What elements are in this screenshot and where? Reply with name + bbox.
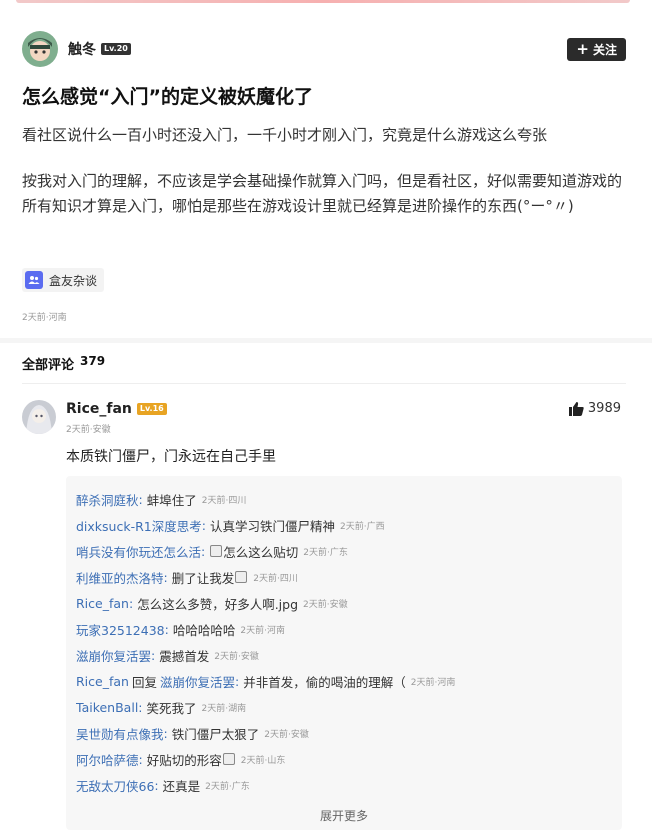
reply-text: 笑死我了	[146, 700, 197, 716]
comment-author-name[interactable]: Rice_fan	[66, 401, 132, 417]
reply-item[interactable]: 玩家32512438: 哈哈哈哈哈 2天前·河南	[76, 616, 612, 642]
reply-colon: :	[154, 777, 159, 793]
reply-target-user[interactable]: 滋崩你复活罢	[160, 672, 235, 691]
reply-colon: :	[151, 647, 156, 663]
reply-colon: :	[163, 569, 168, 585]
reply-user[interactable]: 滋崩你复活罢	[76, 646, 151, 665]
reply-user[interactable]: Rice_fan	[76, 596, 129, 611]
plus-icon: +	[576, 40, 589, 58]
comments-header: 全部评论 379	[22, 354, 105, 373]
follow-label: 关注	[592, 42, 617, 57]
comments-header-divider	[22, 383, 626, 384]
post-author-row: 触冬 Lv.20 + 关注	[22, 30, 626, 68]
reply-text: 哈哈哈哈哈	[172, 622, 236, 638]
reply-text: 认真学习铁门僵尸精神	[209, 518, 335, 534]
reply-user[interactable]: dixksuck-R1深度思考	[76, 516, 202, 535]
reply-colon: :	[128, 595, 134, 611]
reply-text: 怎么这么多赞，好多人啊.jpg	[137, 596, 299, 612]
reply-user[interactable]: TaikenBall	[76, 700, 138, 715]
sticker-emoji-icon	[222, 753, 235, 765]
reply-to-label: 回复	[131, 674, 157, 690]
reply-item[interactable]: 滋崩你复活罢: 震撼首发 2天前·安徽	[76, 642, 612, 668]
comment-author-row: Rice_fan Lv.16	[66, 401, 167, 417]
comment-level-badge: Lv.16	[136, 403, 167, 415]
reply-user[interactable]: 吴世勋有点像我	[76, 724, 164, 743]
reply-item[interactable]: TaikenBall: 笑死我了 2天前·湖南	[76, 694, 612, 720]
reply-meta: 2天前·安徽	[264, 729, 309, 740]
like-button[interactable]: 3989	[568, 401, 621, 416]
reply-item[interactable]: 阿尔哈萨德: 好贴切的形容 2天前·山东	[76, 746, 612, 772]
topic-tag[interactable]: 盒友杂谈	[22, 268, 105, 292]
expand-more-replies[interactable]: 展开更多	[66, 807, 622, 824]
reply-text: 铁门僵尸太狠了	[171, 726, 260, 742]
reply-text: 震撼首发	[159, 648, 210, 664]
reply-meta: 2天前·山东	[240, 755, 286, 766]
reply-meta: 2天前·广东	[303, 547, 348, 558]
reply-item[interactable]: 吴世勋有点像我: 铁门僵尸太狠了 2天前·安徽	[76, 720, 612, 746]
reply-colon: :	[163, 725, 168, 741]
author-avatar[interactable]	[22, 31, 58, 67]
reply-user[interactable]: 利维亚的杰洛特	[76, 568, 164, 587]
post-meta: 2天前·河南	[22, 313, 67, 323]
reply-text: 怎么这么贴切	[223, 544, 299, 560]
comment-text: 本质铁门僵尸，门永远在自己手里	[66, 449, 276, 465]
top-accent-strip	[16, 0, 630, 3]
reply-colon: :	[138, 699, 143, 715]
reply-colon: :	[164, 621, 169, 637]
reply-item[interactable]: dixksuck-R1深度思考: 认真学习铁门僵尸精神 2天前·广西	[76, 512, 612, 538]
reply-text: 并非首发，偷的喝油的理解（	[243, 674, 406, 690]
thumbs-up-icon	[568, 401, 584, 416]
comments-count: 379	[80, 354, 106, 368]
reply-item[interactable]: 醉杀洞庭秋: 蚌埠住了 2天前·四川	[76, 486, 612, 512]
reply-user[interactable]: 哨兵没有你玩还怎么活	[76, 542, 201, 561]
topic-tag-label: 盒友杂谈	[49, 273, 98, 288]
sticker-emoji-icon	[210, 545, 223, 557]
reply-item[interactable]: Rice_fan: 怎么这么多赞，好多人啊.jpg 2天前·安徽	[76, 590, 612, 616]
comment-avatar[interactable]	[22, 400, 56, 434]
post-paragraph: 按我对入门的理解，不应该是学会基础操作就算入门吗，但是看社区，好似需要知道游戏的…	[22, 172, 623, 215]
reply-meta: 2天前·湖南	[201, 703, 247, 714]
comments-title[interactable]: 全部评论	[22, 354, 74, 373]
reply-meta: 2天前·四川	[253, 573, 298, 584]
reply-colon: :	[138, 491, 143, 507]
comment-meta: 2天前·安徽	[66, 425, 111, 435]
group-chat-icon	[25, 271, 43, 289]
reply-item[interactable]: 哨兵没有你玩还怎么活: 怎么这么贴切 2天前·广东	[76, 538, 612, 564]
author-name[interactable]: 触冬	[68, 39, 96, 59]
reply-user[interactable]: 醉杀洞庭秋	[76, 490, 139, 509]
reply-item[interactable]: 无敌太刀侠66: 还真是 2天前·广东	[76, 772, 612, 798]
post-body: 看社区说什么一百小时还没入门，一千小时才刚入门，究竟是什么游戏这么夸张 按我对入…	[22, 123, 626, 240]
post-paragraph: 看社区说什么一百小时还没入门，一千小时才刚入门，究竟是什么游戏这么夸张	[22, 126, 548, 144]
author-level-badge: Lv.20	[101, 43, 131, 55]
reply-user[interactable]: 玩家32512438	[76, 620, 165, 639]
follow-button[interactable]: + 关注	[567, 37, 626, 61]
reply-meta: 2天前·安徽	[214, 651, 259, 662]
reply-user[interactable]: 阿尔哈萨德	[76, 750, 139, 769]
reply-item[interactable]: 利维亚的杰洛特: 删了让我发 2天前·四川	[76, 564, 612, 590]
post-title: 怎么感觉“入门”的定义被妖魔化了	[22, 86, 313, 108]
reply-meta: 2天前·四川	[201, 495, 247, 506]
reply-text: 蚌埠住了	[146, 492, 197, 508]
reply-user[interactable]: Rice_fan	[76, 674, 129, 689]
section-divider	[0, 338, 652, 343]
reply-colon: :	[235, 673, 240, 689]
reply-meta: 2天前·河南	[410, 677, 456, 688]
reply-meta: 2天前·广东	[205, 781, 250, 792]
reply-colon: :	[201, 543, 206, 559]
reply-text: 好贴切的形容	[146, 752, 222, 768]
reply-meta: 2天前·广西	[339, 521, 385, 532]
reply-meta: 2天前·河南	[240, 625, 285, 636]
reply-text: 删了让我发	[171, 570, 235, 586]
reply-item[interactable]: Rice_fan 回复 滋崩你复活罢: 并非首发，偷的喝油的理解（ 2天前·河南	[76, 668, 612, 694]
reply-text: 还真是	[162, 778, 201, 794]
reply-meta: 2天前·安徽	[303, 599, 348, 610]
reply-colon: :	[138, 751, 143, 767]
sticker-emoji-icon	[235, 571, 248, 583]
reply-colon: :	[201, 517, 206, 533]
like-count: 3989	[587, 401, 621, 416]
reply-user[interactable]: 无敌太刀侠66	[76, 776, 154, 795]
replies-box: 醉杀洞庭秋: 蚌埠住了 2天前·四川 dixksuck-R1深度思考: 认真学习…	[66, 476, 622, 830]
